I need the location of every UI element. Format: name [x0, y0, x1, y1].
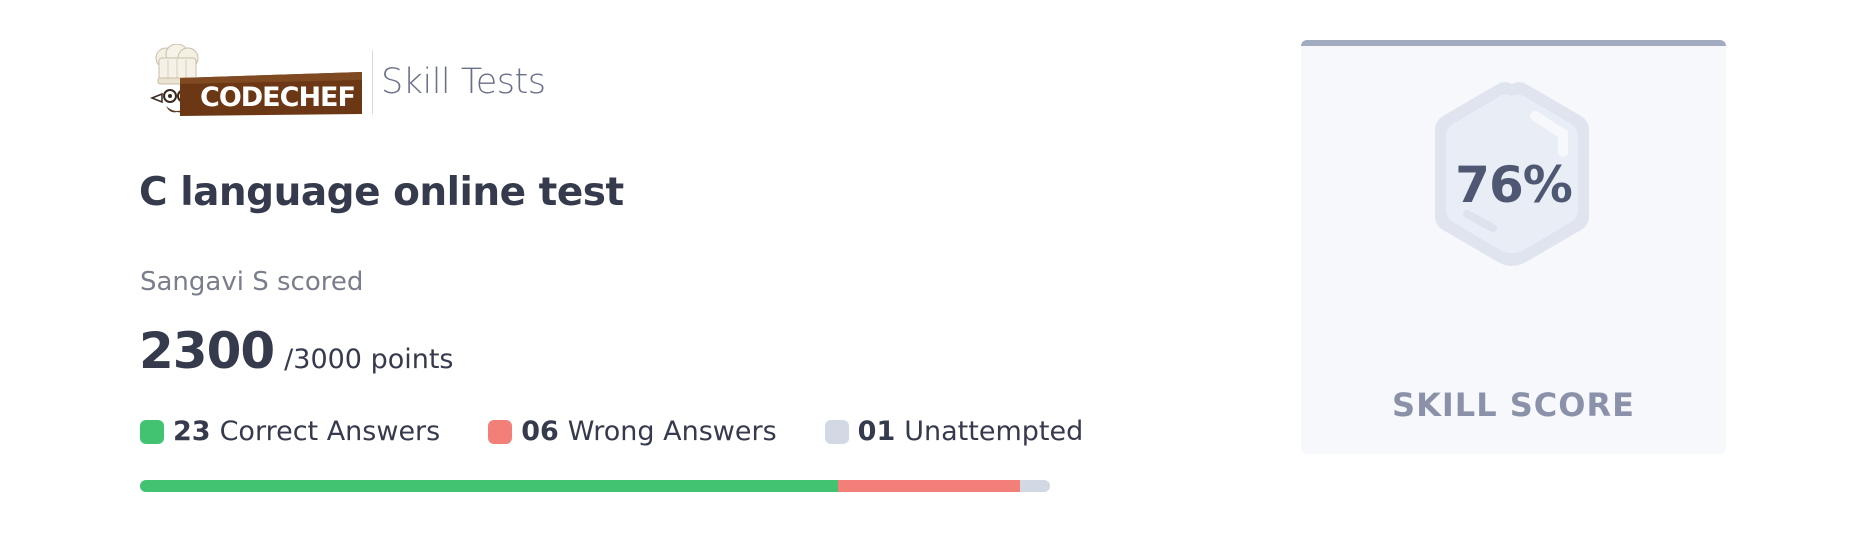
scored-by-text: Sangavi S scored: [140, 267, 364, 297]
skill-score-label: SKILL SCORE: [1392, 386, 1635, 424]
logo-wordmark: CODECHEF: [200, 82, 355, 113]
score-value: 2300: [139, 322, 275, 380]
wrong-dot: [488, 419, 513, 444]
correct-dot: [140, 419, 164, 444]
legend-unattempted: 01 Unattempted: [824, 416, 1084, 447]
answers-progress-bar: [140, 480, 1050, 492]
skill-score-card: 76% SKILL SCORE: [1301, 40, 1726, 454]
answers-legend: 23 Correct Answers 06 Wrong Answers 01 U…: [140, 416, 1083, 447]
score-total: /3000 points: [284, 344, 454, 375]
wrong-count: 06: [521, 416, 559, 447]
progress-unattempted-segment: [1019, 480, 1050, 492]
skill-percent: 76%: [1455, 156, 1573, 214]
correct-label: Correct Answers: [219, 416, 441, 447]
wrong-label: Wrong Answers: [567, 416, 777, 447]
correct-count: 23: [173, 416, 211, 447]
progress-wrong-segment: [837, 480, 1020, 492]
score-line: 2300 /3000 points: [139, 322, 454, 380]
chef-hat-icon: CODECHEF: [149, 43, 362, 116]
test-title: C language online test: [139, 170, 624, 215]
progress-correct-segment: [140, 480, 838, 492]
legend-wrong: 06 Wrong Answers: [488, 416, 777, 447]
unattempted-count: 01: [857, 416, 896, 447]
codechef-logo[interactable]: CODECHEF: [140, 43, 362, 120]
header-divider: [372, 50, 373, 114]
unattempted-label: Unattempted: [904, 416, 1084, 447]
legend-correct: 23 Correct Answers: [140, 416, 440, 447]
header: CODECHEF Skill Tests: [140, 43, 546, 120]
unattempted-dot: [824, 419, 849, 444]
product-name: Skill Tests: [381, 62, 546, 102]
